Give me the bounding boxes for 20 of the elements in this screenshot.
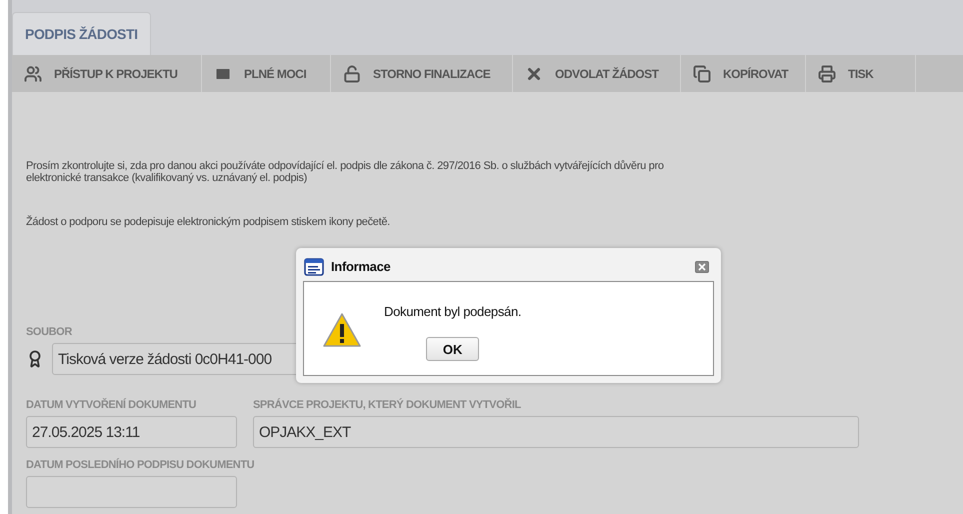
field-label: SPRÁVCE PROJEKTU, KTERÝ DOKUMENT VYTVOŘIL bbox=[253, 399, 522, 411]
field-label: SOUBOR bbox=[26, 326, 73, 338]
window-icon bbox=[304, 258, 324, 276]
dialog-message: Dokument byl podepsán. bbox=[384, 304, 522, 319]
people-icon bbox=[24, 64, 42, 82]
copy-icon bbox=[693, 64, 711, 82]
close-icon bbox=[698, 262, 706, 270]
manager-field: OPJAKX_EXT bbox=[253, 416, 859, 448]
tab[interactable]: PODPIS ŽÁDOSTI bbox=[12, 12, 151, 55]
padlock-icon bbox=[343, 64, 361, 82]
close-button[interactable] bbox=[695, 260, 709, 272]
warning-icon bbox=[322, 312, 362, 348]
date-field: 27.05.2025 13:11 bbox=[26, 416, 237, 448]
field-label: DATUM POSLEDNÍHO PODPISU DOKUMENTU bbox=[26, 459, 256, 471]
printer-icon bbox=[818, 64, 836, 82]
hint-text: Žádost o podporu se podepisuje elektronickým podpisem stiskem ikony pečetě. bbox=[26, 216, 391, 228]
field-label: DATUM VYTVOŘENÍ DOKUMENTU bbox=[26, 399, 198, 411]
dialog-title: Informace bbox=[331, 259, 392, 274]
notice-text: Prosím zkontrolujte si, zda pro danou akci používáte odpovídající el. podpis dle zákona č. 297/2016 Sb. o službách vytvářejících důvěru pro elektronické transakce (kvalifikovaný vs. uznávaný el. podpis) bbox=[26, 160, 665, 184]
ok-button[interactable]: OK bbox=[426, 337, 480, 361]
